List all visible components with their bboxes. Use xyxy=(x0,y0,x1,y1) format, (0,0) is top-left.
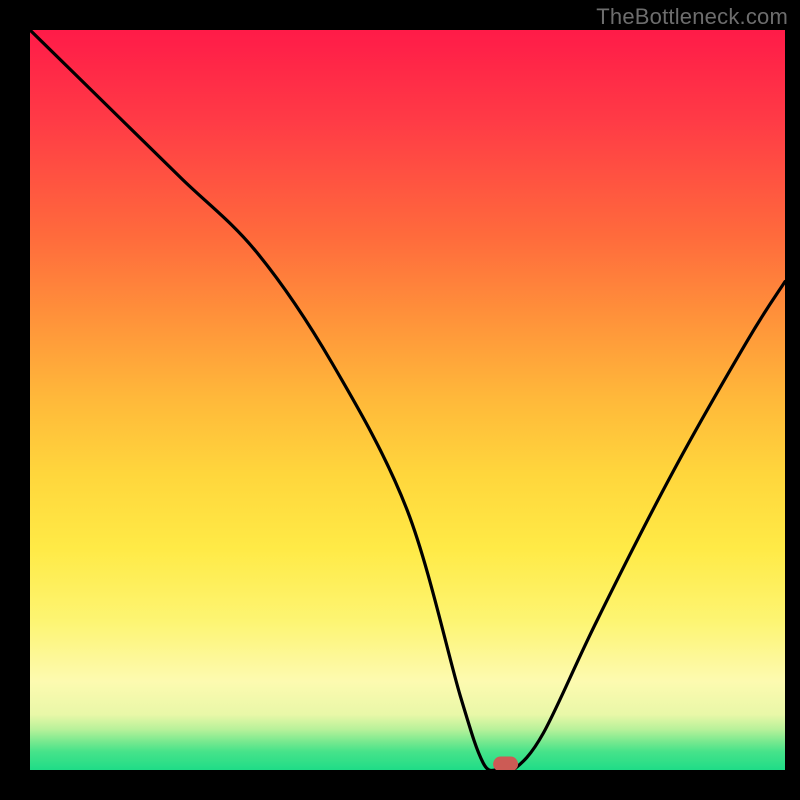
bottleneck-curve-path xyxy=(30,30,785,770)
watermark-text: TheBottleneck.com xyxy=(596,4,788,30)
bottleneck-curve-svg xyxy=(30,30,785,770)
optimal-point-marker xyxy=(494,757,518,770)
chart-frame: TheBottleneck.com xyxy=(0,0,800,800)
plot-area xyxy=(30,30,785,770)
